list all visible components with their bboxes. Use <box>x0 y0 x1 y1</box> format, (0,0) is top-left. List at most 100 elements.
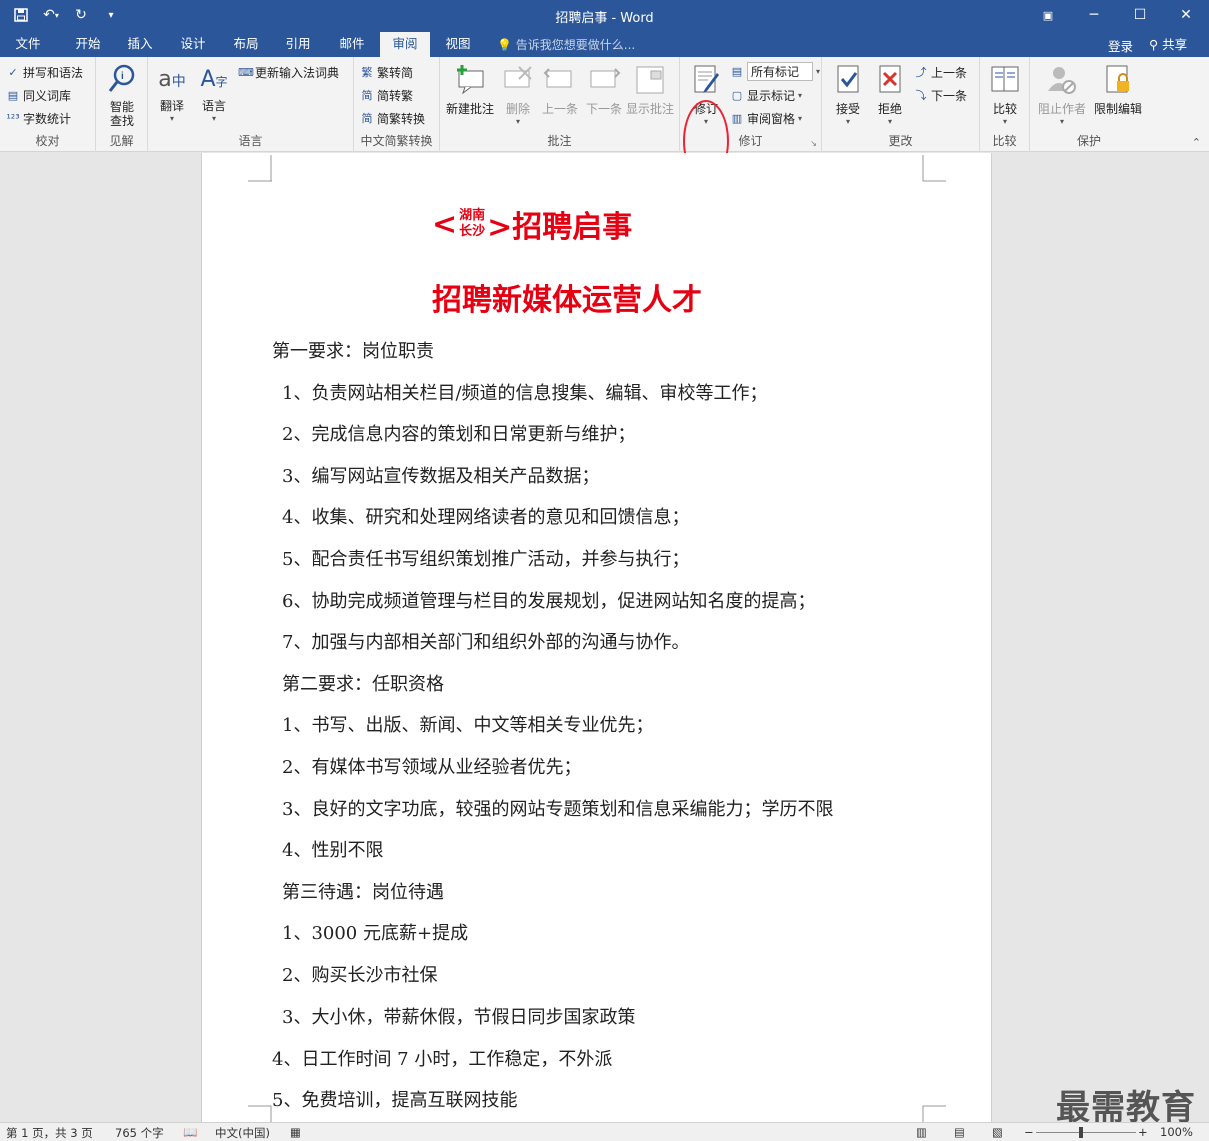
next-change-button[interactable]: ⤵ 下一条 <box>914 87 968 104</box>
login-link[interactable]: 登录 <box>1108 36 1133 55</box>
word-count[interactable]: 765 个字 <box>115 1125 164 1141</box>
minimize-icon[interactable]: ─ <box>1071 0 1117 30</box>
maximize-icon[interactable]: ☐ <box>1117 0 1163 30</box>
word-count-button[interactable]: ¹²³ 字数统计 <box>6 110 71 127</box>
simp-to-trad-button[interactable]: 简简转繁 <box>360 87 414 104</box>
tab-references[interactable]: 引用 <box>276 34 320 57</box>
read-mode-icon[interactable]: ▥ <box>916 1125 927 1139</box>
trad-to-simp-button[interactable]: 繁繁转简 <box>360 64 414 81</box>
next-change-icon: ⤵ <box>915 88 927 102</box>
tab-home[interactable]: 开始 <box>66 34 110 57</box>
macro-icon[interactable]: ▦ <box>290 1125 301 1139</box>
collapse-ribbon-icon[interactable]: ⌃ <box>1192 136 1201 149</box>
tell-me-text: 告诉我您想要做什么... <box>515 38 636 52</box>
user-icon: ⚲ <box>1149 37 1159 52</box>
close-icon[interactable]: ✕ <box>1163 0 1209 30</box>
tab-view[interactable]: 视图 <box>436 34 480 57</box>
track-changes-icon <box>694 65 719 93</box>
tab-design[interactable]: 设计 <box>171 34 215 57</box>
tab-insert[interactable]: 插入 <box>118 34 162 57</box>
translate-button[interactable]: a中 翻译 ▾ <box>154 63 190 123</box>
doc-heading-1: 第一要求：岗位职责 <box>272 341 434 362</box>
crop-mark-top-right <box>922 155 946 182</box>
show-comments-button[interactable]: 显示批注 <box>624 63 676 117</box>
compare-button[interactable]: 比较 ▾ <box>985 63 1025 126</box>
page-count[interactable]: 第 1 页，共 3 页 <box>6 1125 93 1141</box>
zoom-slider-thumb[interactable] <box>1079 1127 1083 1138</box>
group-label-compare: 比较 <box>992 134 1017 148</box>
delete-comment-button[interactable]: 删除 ▾ <box>498 63 538 126</box>
new-comment-button[interactable]: 新建批注 <box>444 63 496 117</box>
group-insights: i 智能 查找 见解 <box>96 57 148 152</box>
lightbulb-icon: 💡 <box>497 38 512 52</box>
zoom-out-icon[interactable]: − <box>1024 1125 1034 1139</box>
language-icon: A字 <box>200 67 228 92</box>
doc-line: 7、加强与内部相关部门和组织外部的沟通与协作。 <box>282 632 690 653</box>
show-markup-icon: ▢ <box>731 88 743 102</box>
group-language: a中 翻译 ▾ A字 语言 ▾ ⌨ 更新输入法词典 语言 <box>148 57 354 152</box>
doc-line: 5、免费培训，提高互联网技能 <box>272 1090 518 1111</box>
conversion-button[interactable]: 简简繁转换 <box>360 110 426 127</box>
next-comment-button[interactable]: 下一条 <box>582 63 626 117</box>
group-compare: 比较 ▾ 比较 <box>980 57 1030 152</box>
tab-file[interactable]: 文件 <box>6 34 50 57</box>
dialog-launcher-icon[interactable]: ↘ <box>810 139 817 148</box>
markup-select[interactable]: ▤ 所有标记 ▾ <box>730 62 820 81</box>
group-label-proofing: 校对 <box>35 134 60 148</box>
print-layout-icon[interactable]: ▤ <box>954 1125 965 1139</box>
ribbon-tabs: 文件 开始 插入 设计 布局 引用 邮件 审阅 视图 💡 告诉我您想要做什么..… <box>0 30 1209 57</box>
lock-doc-icon <box>1106 65 1129 93</box>
doc-line: 4、性别不限 <box>282 840 384 861</box>
show-comments-icon <box>636 66 664 94</box>
group-label-insights: 见解 <box>109 134 134 148</box>
trad-simp-icon: 繁 <box>361 65 373 79</box>
doc-line: 2、完成信息内容的策划和日常更新与维护； <box>282 424 636 445</box>
smart-lookup-button[interactable]: i 智能 查找 <box>102 63 142 128</box>
accept-button[interactable]: 接受 ▾ <box>828 63 868 126</box>
language-status[interactable]: 中文(中国) <box>215 1125 270 1141</box>
doc-line: 3、良好的文字功底，较强的网站专题策划和信息采编能力；学历不限 <box>282 799 834 820</box>
web-layout-icon[interactable]: ▧ <box>992 1125 1003 1139</box>
prev-comment-button[interactable]: 上一条 <box>538 63 582 117</box>
review-pane-button[interactable]: ▥ 审阅窗格 ▾ <box>730 110 802 127</box>
share-button[interactable]: ⚲ 共享 <box>1149 34 1187 53</box>
doc-line: 2、有媒体书写领域从业经验者优先； <box>282 757 582 778</box>
block-authors-icon <box>1048 67 1076 94</box>
svg-text:i: i <box>121 71 124 82</box>
group-protect: 阻止作者 ▾ 限制编辑 保护 <box>1030 57 1148 152</box>
update-ime-button[interactable]: ⌨ 更新输入法词典 <box>238 64 339 81</box>
reject-button[interactable]: 拒绝 ▾ <box>870 63 910 126</box>
ribbon: ✓ 拼写和语法 ▤ 同义词库 ¹²³ 字数统计 校对 i 智能 查找 见解 a中 翻译… <box>0 57 1209 182</box>
proofing-status-icon[interactable]: 📖 <box>183 1125 197 1139</box>
block-authors-button[interactable]: 阻止作者 ▾ <box>1034 63 1090 126</box>
zoom-slider-track[interactable] <box>1036 1132 1136 1133</box>
group-label-protect: 保护 <box>1076 134 1101 148</box>
spelling-grammar-button[interactable]: ✓ 拼写和语法 <box>6 64 83 81</box>
next-comment-icon <box>590 68 621 88</box>
thesaurus-button[interactable]: ▤ 同义词库 <box>6 87 71 104</box>
word-count-icon: ¹²³ <box>6 111 20 125</box>
delete-comment-icon <box>504 66 532 88</box>
prev-change-icon: ⤴ <box>915 65 927 79</box>
document-subtitle: 招聘新媒体运营人才 <box>432 283 702 318</box>
new-comment-icon <box>457 65 484 95</box>
restrict-editing-button[interactable]: 限制编辑 <box>1090 63 1146 117</box>
doc-line: 3、编写网站宣传数据及相关产品数据； <box>282 466 600 487</box>
tab-review[interactable]: 审阅 <box>380 32 430 57</box>
zoom-in-icon[interactable]: + <box>1138 1125 1148 1139</box>
language-button[interactable]: A字 语言 ▾ <box>196 63 232 123</box>
show-markup-button[interactable]: ▢ 显示标记 ▾ <box>730 87 802 104</box>
reject-icon <box>879 65 901 93</box>
prev-change-button[interactable]: ⤴ 上一条 <box>914 64 968 81</box>
zoom-level[interactable]: 100% <box>1160 1125 1193 1139</box>
ribbon-display-icon[interactable]: ▣ <box>1025 0 1071 30</box>
status-bar: 第 1 页，共 3 页 765 个字 📖 中文(中国) ▦ ▥ ▤ ▧ − + … <box>0 1122 1209 1141</box>
tab-layout[interactable]: 布局 <box>224 34 268 57</box>
prev-comment-icon <box>543 68 572 88</box>
conversion-icon: 简 <box>361 111 373 125</box>
magnifier-icon: i <box>108 64 135 92</box>
title-bar: ↶ ▾ ↻ ▾ 招聘启事 - Word ▣ ─ ☐ ✕ <box>0 0 1209 30</box>
tab-mailings[interactable]: 邮件 <box>330 34 374 57</box>
tell-me-box[interactable]: 💡 告诉我您想要做什么... <box>497 36 635 53</box>
compare-icon <box>991 66 1019 92</box>
